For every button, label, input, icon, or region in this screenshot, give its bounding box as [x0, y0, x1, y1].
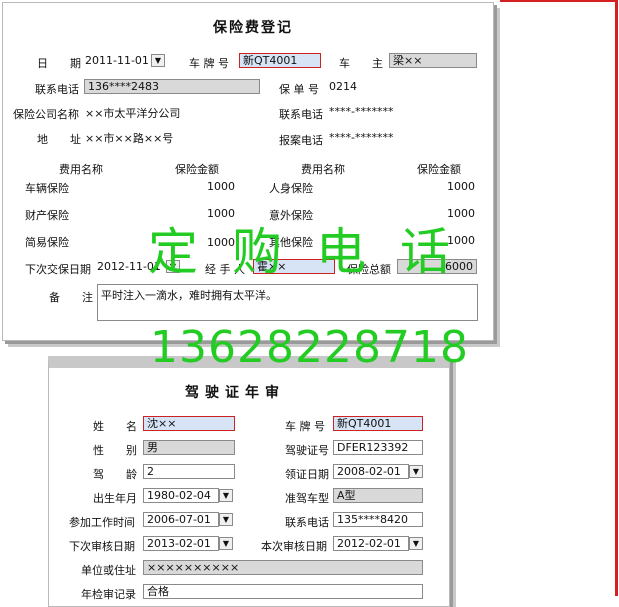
fee-name-left-3: 简易保险 — [25, 236, 69, 249]
fee-name-header-left: 费用名称 — [59, 163, 103, 176]
company-phone-label: 联系电话 — [279, 108, 323, 121]
phone-input[interactable]: 136****2483 — [84, 79, 260, 94]
name-input[interactable]: 沈×× — [143, 416, 235, 431]
policy-label: 保 单 号 — [279, 83, 319, 96]
unit-input[interactable]: ×××××××××× — [143, 560, 423, 575]
amount-header-left: 保险金额 — [175, 163, 219, 176]
age-input[interactable]: 2 — [143, 464, 235, 479]
birth-input[interactable]: 1980-02-04 — [143, 488, 219, 503]
remark-textarea[interactable]: 平时注入一滴水，难时拥有太平洋。 — [97, 284, 478, 321]
fee-name-right-1: 人身保险 — [269, 182, 313, 195]
license-input[interactable]: DFER123392 — [333, 440, 423, 455]
name-label: 姓 名 — [93, 420, 137, 433]
plate-input[interactable]: 新QT4001 — [333, 416, 423, 431]
record-input[interactable]: 合格 — [143, 584, 423, 599]
fee-amount-right-1[interactable]: 1000 — [435, 180, 475, 193]
policy-number: 0214 — [329, 80, 357, 93]
plate-label: 车 牌 号 — [285, 420, 325, 433]
phone-label: 联系电话 — [35, 83, 79, 96]
frame-border-right — [615, 0, 618, 596]
next-check-dropdown-button[interactable]: ▼ — [219, 537, 233, 550]
record-label: 年检审记录 — [81, 588, 136, 601]
frame-border-top — [500, 0, 618, 2]
insurance-registration-form: 保险费登记 日 期 2011-11-01 ▼ 车 牌 号 新QT4001 车 主… — [2, 2, 494, 341]
phone-input[interactable]: 135****8420 — [333, 512, 423, 527]
date-field[interactable]: 2011-11-01 — [85, 54, 149, 67]
address-value: ××市××路××号 — [85, 132, 174, 145]
remark-label: 备 注 — [49, 291, 93, 304]
next-check-label: 下次审核日期 — [69, 540, 135, 553]
vehicle-class-input[interactable]: A型 — [333, 488, 423, 503]
gender-label: 性 别 — [93, 444, 137, 457]
watermark-order-phone-label: 定购电话 — [148, 223, 484, 281]
company-phone: ****-******* — [329, 105, 394, 118]
phone-label: 联系电话 — [285, 516, 329, 529]
gender-input[interactable]: 男 — [143, 440, 235, 455]
unit-label: 单位或住址 — [81, 564, 136, 577]
this-check-input[interactable]: 2012-02-01 — [333, 536, 409, 551]
this-check-dropdown-button[interactable]: ▼ — [409, 537, 423, 550]
owner-label: 车 主 — [339, 57, 383, 70]
report-phone: ****-******* — [329, 131, 394, 144]
fee-name-left-2: 财产保险 — [25, 209, 69, 222]
owner-input[interactable]: 梁×× — [389, 53, 477, 68]
next-date-label: 下次交保日期 — [25, 263, 91, 276]
this-check-label: 本次审核日期 — [261, 540, 327, 553]
age-label: 驾 龄 — [93, 468, 137, 481]
issue-date-input[interactable]: 2008-02-01 — [333, 464, 409, 479]
company-label: 保险公司名称 — [13, 108, 79, 121]
fee-name-header-right: 费用名称 — [301, 163, 345, 176]
vehicle-class-label: 准驾车型 — [285, 492, 329, 505]
plate-input[interactable]: 新QT4001 — [239, 53, 321, 68]
company-name: ××市太平洋分公司 — [85, 107, 181, 120]
plate-label: 车 牌 号 — [189, 57, 229, 70]
next-check-input[interactable]: 2013-02-01 — [143, 536, 219, 551]
form-title: 保险费登记 — [213, 20, 293, 36]
fee-name-left-1: 车辆保险 — [25, 182, 69, 195]
amount-header-right: 保险金额 — [417, 163, 461, 176]
work-date-input[interactable]: 2006-07-01 — [143, 512, 219, 527]
fee-amount-left-1[interactable]: 1000 — [195, 180, 235, 193]
birth-dropdown-button[interactable]: ▼ — [219, 489, 233, 502]
address-label: 地 址 — [37, 133, 81, 146]
issue-date-dropdown-button[interactable]: ▼ — [409, 465, 423, 478]
date-dropdown-button[interactable]: ▼ — [151, 54, 165, 67]
date-label: 日 期 — [37, 57, 81, 70]
watermark-phone-number: 13628228718 — [150, 322, 469, 373]
work-date-dropdown-button[interactable]: ▼ — [219, 513, 233, 526]
report-phone-label: 报案电话 — [279, 134, 323, 147]
form-title: 驾驶证年审 — [185, 385, 285, 401]
issue-date-label: 领证日期 — [285, 468, 329, 481]
license-label: 驾驶证号 — [285, 444, 329, 457]
license-review-form: 驾驶证年审 姓 名 沈×× 车 牌 号 新QT4001 性 别 男 驾驶证号 D… — [48, 356, 450, 607]
birth-label: 出生年月 — [93, 492, 137, 505]
work-date-label: 参加工作时间 — [69, 516, 135, 529]
